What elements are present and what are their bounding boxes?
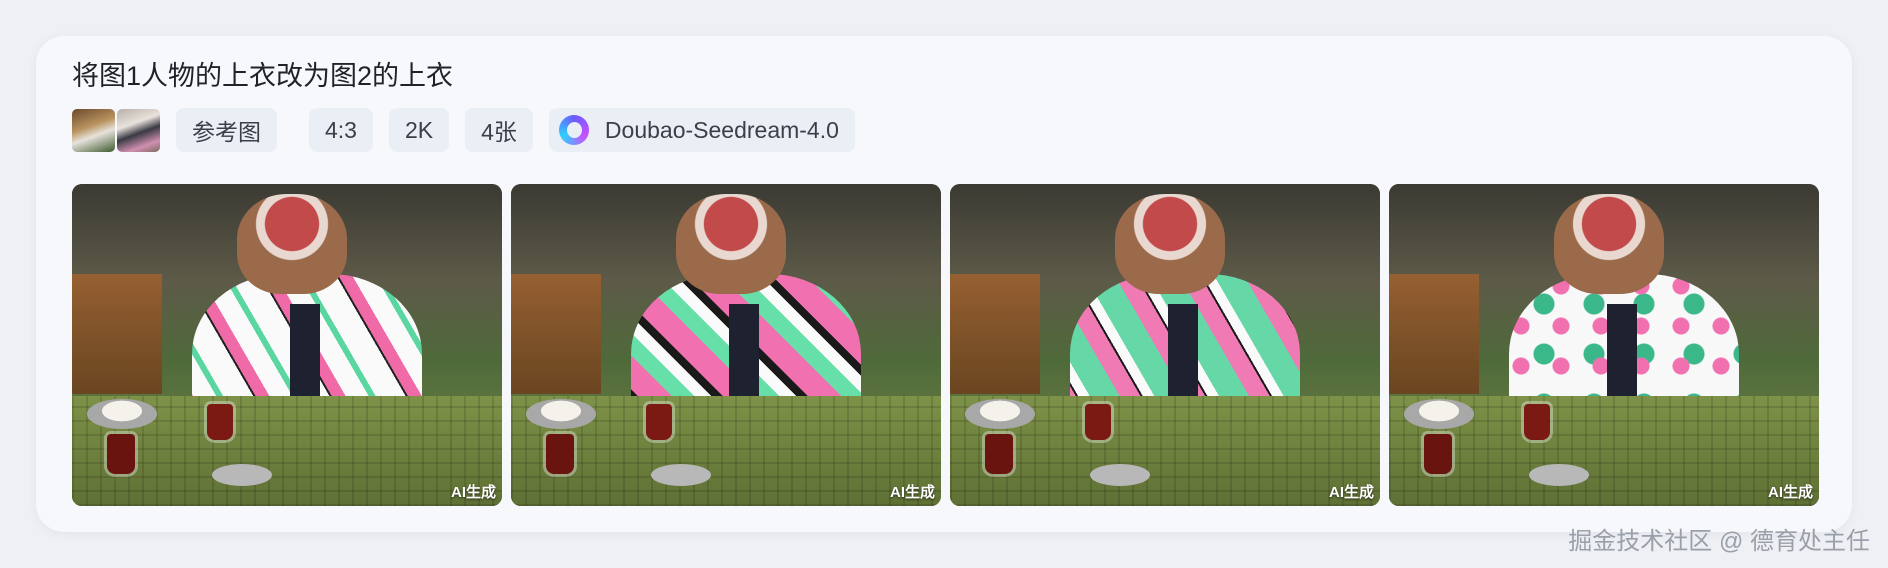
result-gallery: AI生成 AI生成 AI生成 AI生成: [72, 184, 1819, 506]
watermark: 掘金技术社区 @ 德育处主任: [1568, 528, 1870, 555]
reference-thumbnails: [72, 108, 160, 152]
ai-generated-badge: AI生成: [1328, 484, 1374, 501]
ai-generated-badge: AI生成: [889, 484, 935, 501]
reference-label: 参考图: [176, 108, 277, 152]
result-image-2[interactable]: AI生成: [511, 184, 941, 506]
model-tag[interactable]: Doubao-Seedream-4.0: [548, 108, 855, 152]
reference-thumbnail-2[interactable]: [117, 108, 160, 152]
generation-card: 将图1人物的上衣改为图2的上衣 参考图 4:3 2K 4张 Doubao-See…: [36, 36, 1852, 532]
prompt-text: 将图1人物的上衣改为图2的上衣: [72, 61, 454, 91]
model-name: Doubao-Seedream-4.0: [604, 116, 839, 143]
parameter-tags: 参考图 4:3 2K 4张 Doubao-Seedream-4.0: [72, 108, 855, 152]
image-count-tag[interactable]: 4张: [465, 108, 533, 152]
result-image-3[interactable]: AI生成: [950, 184, 1380, 506]
result-image-4[interactable]: AI生成: [1389, 184, 1819, 506]
doubao-model-icon: [557, 113, 591, 147]
resolution-tag[interactable]: 2K: [388, 108, 450, 152]
aspect-ratio-tag[interactable]: 4:3: [309, 108, 373, 152]
ai-generated-badge: AI生成: [1767, 484, 1813, 501]
reference-thumbnail-1[interactable]: [72, 108, 115, 152]
reference-images-tag[interactable]: 参考图: [72, 108, 293, 152]
result-image-1[interactable]: AI生成: [72, 184, 502, 506]
ai-generated-badge: AI生成: [450, 484, 496, 501]
